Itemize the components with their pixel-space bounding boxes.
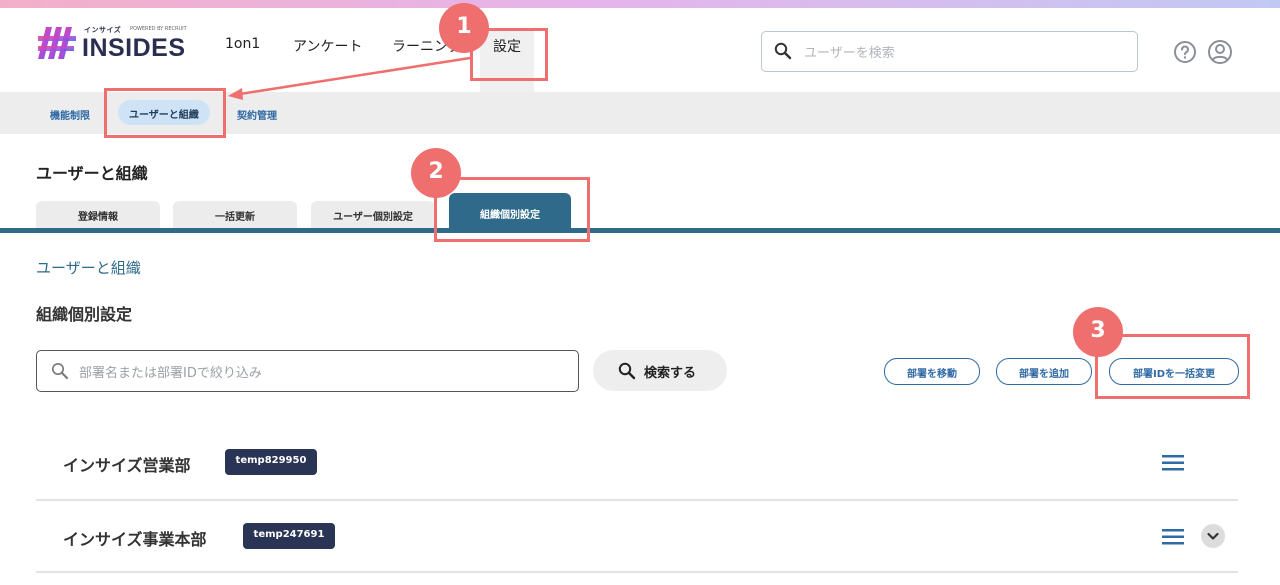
- annotation-number: 1: [456, 14, 472, 39]
- annotation-box-users-and-org: [104, 88, 226, 138]
- annotation-step-3: 3: [1073, 307, 1123, 357]
- annotation-step-2: 2: [411, 148, 461, 198]
- annotation-box-org-tab: [434, 177, 590, 242]
- annotation-step-1: 1: [439, 3, 489, 53]
- annotation-number: 2: [428, 159, 444, 184]
- annotation-number: 3: [1090, 318, 1106, 343]
